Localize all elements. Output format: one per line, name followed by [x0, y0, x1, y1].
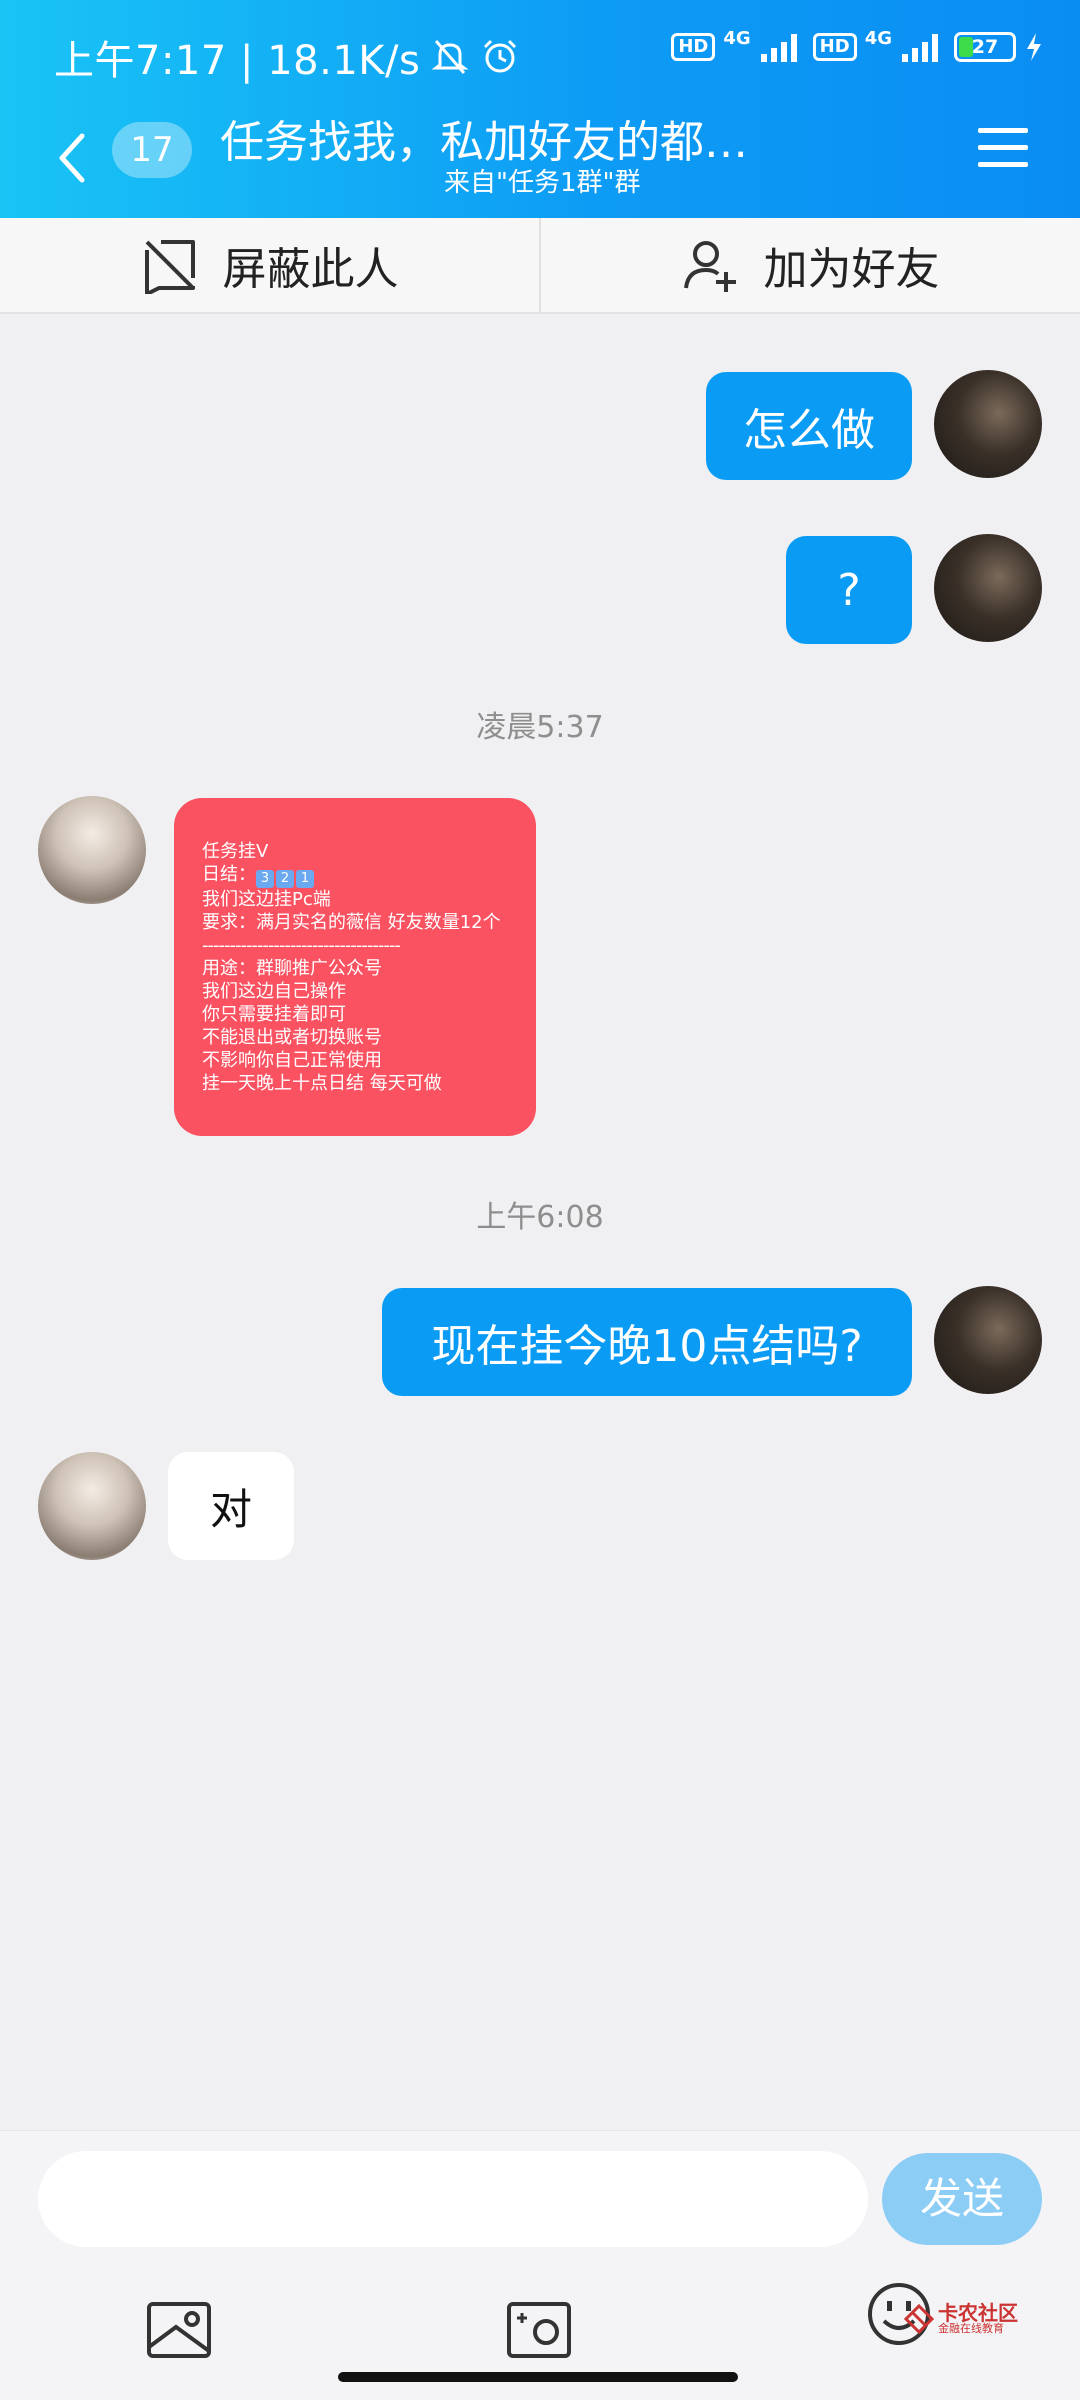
card-line: 我们这边挂Pc端 [202, 889, 331, 910]
add-friend-label: 加为好友 [763, 244, 940, 295]
add-friend-icon [683, 241, 736, 292]
card-separator: ------------------------------------ [202, 935, 401, 956]
charging-icon [1027, 33, 1041, 61]
watermark-logo-icon [904, 2304, 934, 2334]
card-line: 用途：群聊推广公众号 [202, 958, 382, 979]
card-line-prefix: 日结： [202, 864, 256, 885]
message-timestamp: 凌晨5:37 [476, 710, 604, 745]
block-user-label: 屏蔽此人 [222, 244, 399, 295]
status-left: 上午7:17 | 18.1K/s [54, 28, 520, 86]
signal-icon [760, 34, 797, 62]
keycap-digit: 1 [296, 870, 314, 888]
message-bubble-incoming[interactable]: 对 [168, 1452, 294, 1560]
signal-icon-2 [902, 34, 938, 62]
stranger-action-bar: 屏蔽此人 加为好友 [0, 218, 1080, 314]
card-line: 你只需要挂着即可 [202, 1004, 346, 1025]
watermark: 卡农社区 金融在线教育 [904, 2303, 1018, 2335]
battery-fill [959, 37, 973, 57]
card-line-daily: 日结： 3 2 1 [202, 863, 536, 888]
block-icon [144, 240, 195, 294]
status-bar: 上午7:17 | 18.1K/s HD 4G HD 4G 27 [0, 0, 1080, 100]
chat-subtitle: 来自"任务1群"群 [444, 168, 641, 198]
watermark-name: 卡农社区 [938, 2301, 1018, 2325]
status-right: HD 4G HD 4G 27 [671, 27, 1044, 64]
message-composer: 发送 卡农社区 金融在线教育 [0, 2130, 1080, 2400]
card-line: 要求：满月实名的薇信 好友数量12个 [202, 912, 501, 933]
image-message-card[interactable]: 任务挂V 日结： 3 2 1 我们这边挂Pc端 要求：满月实名的薇信 好友数量12个 … [174, 798, 536, 1136]
back-arrow-icon[interactable] [52, 128, 92, 188]
message-bubble-outgoing[interactable]: 怎么做 [706, 372, 912, 480]
battery-indicator: 27 [954, 32, 1016, 62]
hd-badge-2: HD [812, 33, 857, 61]
unread-count-badge[interactable]: 17 [112, 122, 192, 178]
menu-icon[interactable] [978, 126, 1028, 170]
add-friend-button[interactable]: 加为好友 [539, 218, 1080, 312]
status-time: 上午7:17 | 18.1K/s [54, 38, 421, 84]
battery-level: 27 [971, 36, 999, 58]
chat-header: 上午7:17 | 18.1K/s HD 4G HD 4G 27 17 任务找我，… [0, 0, 1080, 218]
network-type: 4G [723, 27, 751, 49]
alarm-icon [484, 39, 517, 73]
message-bubble-outgoing[interactable]: ? [786, 536, 912, 644]
sender-avatar[interactable] [38, 1452, 146, 1560]
card-line: 任务挂V [202, 841, 269, 862]
hd-badge: HD [671, 33, 716, 61]
message-text: 现在挂今晚10点结吗? [431, 1321, 863, 1372]
card-line: 我们这边自己操作 [202, 981, 346, 1002]
watermark-text: 卡农社区 金融在线教育 [938, 2303, 1018, 2335]
my-avatar[interactable] [934, 534, 1042, 642]
keycap-digit: 2 [276, 870, 294, 888]
network-type-2: 4G [864, 27, 892, 49]
my-avatar[interactable] [934, 1286, 1042, 1394]
image-picker-icon[interactable] [146, 2299, 212, 2361]
message-bubble-outgoing[interactable]: 现在挂今晚10点结吗? [382, 1288, 912, 1396]
home-indicator[interactable] [338, 2372, 738, 2382]
my-avatar[interactable] [934, 370, 1042, 478]
nav-bar: 17 任务找我，私加好友的都… 来自"任务1群"群 [0, 100, 1080, 218]
message-text: ? [837, 564, 861, 616]
send-button[interactable]: 发送 [882, 2153, 1042, 2245]
card-line: 不影响你自己正常使用 [202, 1050, 382, 1071]
camera-icon[interactable] [506, 2299, 572, 2361]
block-user-button[interactable]: 屏蔽此人 [0, 218, 539, 312]
message-timestamp: 上午6:08 [476, 1200, 604, 1235]
message-text: 怎么做 [743, 405, 875, 456]
bell-muted-icon [431, 40, 469, 74]
chat-title: 任务找我，私加好友的都… [220, 117, 748, 168]
card-line: 挂一天晚上十点日结 每天可做 [202, 1073, 442, 1094]
sender-avatar[interactable] [38, 796, 146, 904]
message-text: 对 [209, 1484, 252, 1534]
message-input[interactable] [38, 2151, 868, 2247]
card-line: 不能退出或者切换账号 [202, 1027, 382, 1048]
keycap-digit: 3 [256, 870, 274, 888]
